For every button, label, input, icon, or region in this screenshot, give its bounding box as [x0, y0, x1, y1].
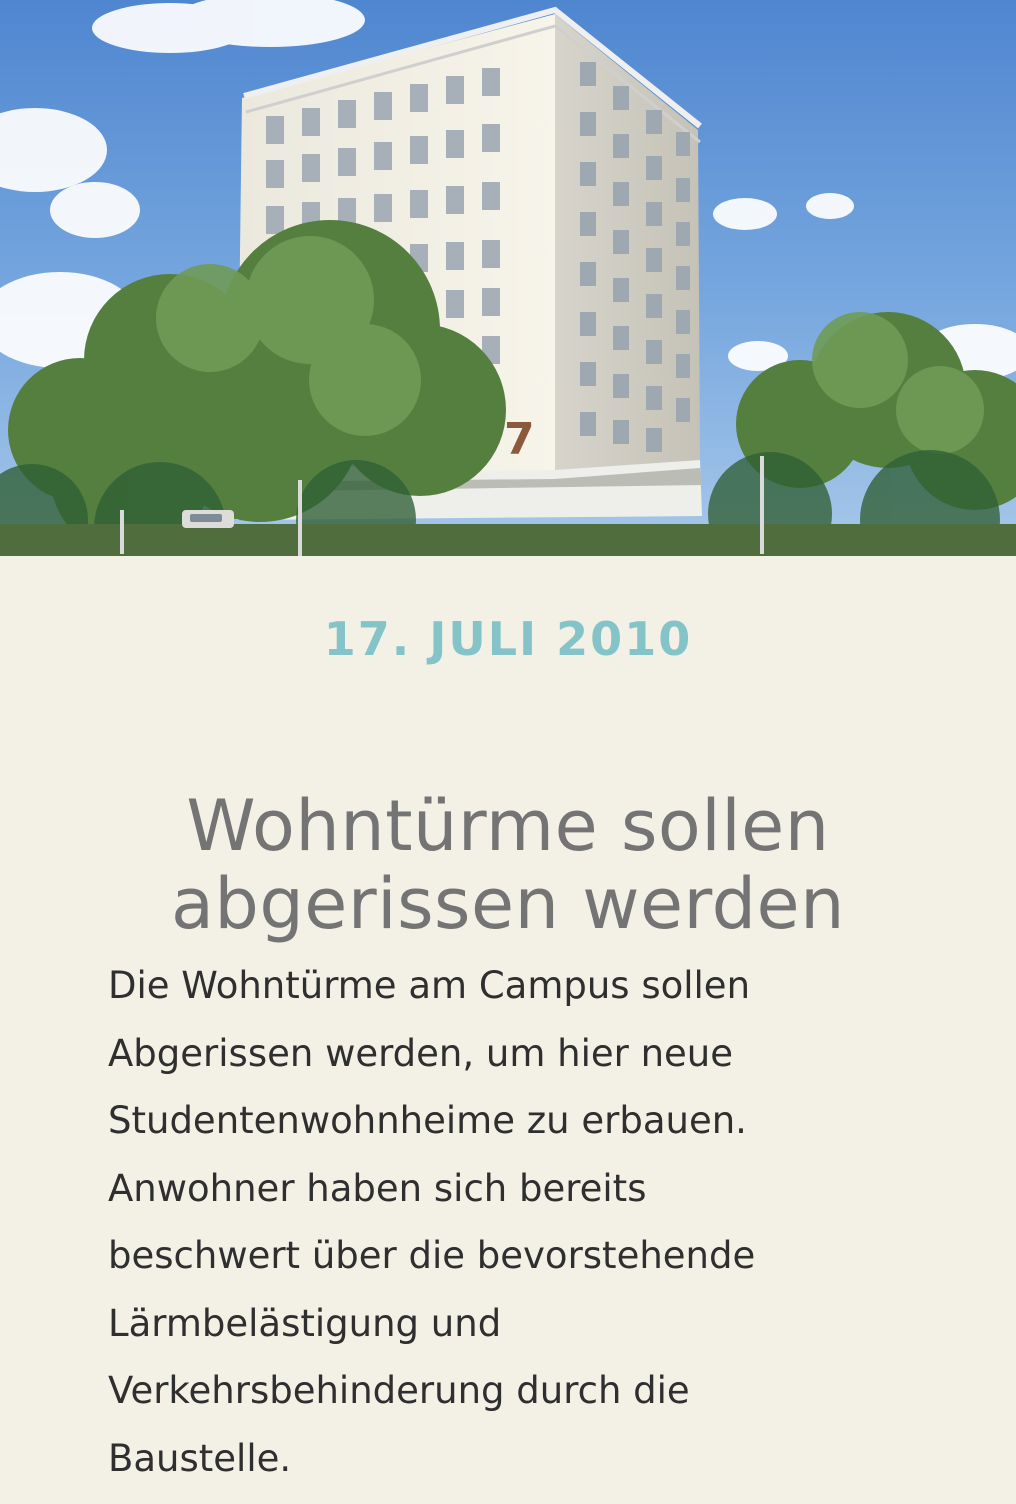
article-title-line-1: Wohntürme sollen	[186, 784, 830, 867]
hero-photo-illustration: 7	[0, 0, 1016, 556]
article-body-line-6: Lärmbelästigung und	[108, 1301, 502, 1345]
article-body-line-4: Anwohner haben sich bereits	[108, 1166, 647, 1210]
article-body-line-3: Studentenwohnheime zu erbauen.	[108, 1099, 747, 1142]
building-number: 7	[504, 414, 535, 465]
article-body-line-7: Verkehrsbehinderung durch die	[108, 1369, 690, 1412]
article-title-line-2: abgerissen werden	[171, 862, 845, 945]
article-body-line-1: Die Wohntürme am Campus sollen	[108, 964, 751, 1007]
article-page: 7 17. JULI 2010 Wohntürme sollen abgeris…	[0, 0, 1016, 1504]
article-date: 17. JULI 2010	[323, 612, 693, 666]
article-title: Wohntürme sollen abgerissen werden	[108, 787, 908, 943]
article-body: Die Wohntürme am Campus sollen Abgerisse…	[108, 952, 898, 1492]
article-body-line-5: beschwert über die bevorstehende	[108, 1234, 756, 1277]
article-body-line-8: Baustelle.	[108, 1436, 292, 1480]
article-body-line-2: Abgerissen werden, um hier neue	[108, 1031, 734, 1075]
hero-image: 7	[0, 0, 1016, 556]
